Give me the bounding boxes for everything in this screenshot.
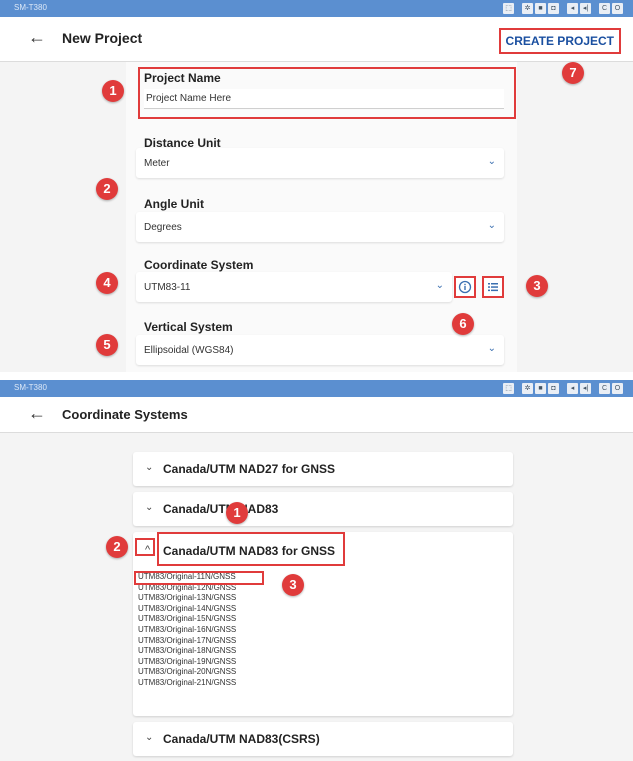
screenshot-icon[interactable]: ⬚ bbox=[503, 3, 514, 14]
coordinate-system-value: UTM83-11 bbox=[144, 282, 191, 293]
angle-unit-label: Angle Unit bbox=[144, 197, 204, 211]
group-name: Canada/UTM NAD83 bbox=[163, 502, 279, 516]
list-icon bbox=[488, 283, 498, 292]
project-name-label: Project Name bbox=[144, 71, 221, 85]
chevron-down-icon: ⌄ bbox=[487, 156, 496, 167]
list-item[interactable]: UTM83/Original-15N/GNSS bbox=[138, 614, 236, 625]
vertical-system-select[interactable]: Ellipsoidal (WGS84) ⌄ bbox=[136, 335, 504, 365]
volume-down-icon[interactable]: ◂ bbox=[567, 383, 578, 394]
chevron-down-icon[interactable]: ⌄ bbox=[145, 502, 153, 513]
list-item[interactable]: UTM83/Original-14N/GNSS bbox=[138, 604, 236, 615]
back-arrow-icon[interactable]: ← bbox=[28, 403, 46, 424]
callout-badge-4: 4 bbox=[96, 272, 118, 294]
new-project-screen: SM-T380 ⬚ ✲ ■ ◘ ◂ ◂| C O ← New Project C… bbox=[0, 0, 633, 372]
distance-unit-select[interactable]: Meter ⌄ bbox=[136, 148, 504, 178]
system-status-bar: SM-T380 ⬚ ✲ ■ ◘ ◂ ◂| C O bbox=[0, 380, 633, 397]
list-item[interactable]: UTM83/Original-17N/GNSS bbox=[138, 636, 236, 647]
chevron-down-icon[interactable]: ⌄ bbox=[145, 462, 153, 473]
angle-unit-value: Degrees bbox=[144, 222, 182, 233]
group-row-nad83-csrs[interactable]: ⌄ Canada/UTM NAD83(CSRS) bbox=[133, 722, 513, 756]
create-project-button[interactable]: CREATE PROJECT bbox=[498, 28, 621, 54]
list-item[interactable]: UTM83/Original-13N/GNSS bbox=[138, 593, 236, 604]
camera-icon[interactable]: ◘ bbox=[548, 383, 559, 394]
list-item[interactable]: UTM83/Original-18N/GNSS bbox=[138, 646, 236, 657]
screenshot-icon[interactable]: ⬚ bbox=[503, 383, 514, 394]
app-bar: ← Coordinate Systems bbox=[0, 397, 633, 433]
chevron-highlight bbox=[135, 538, 155, 556]
chevron-down-icon: ⌄ bbox=[435, 280, 444, 291]
callout-badge-3: 3 bbox=[282, 574, 304, 596]
volume-up-icon[interactable]: ◂| bbox=[580, 3, 591, 14]
group-row-nad27-gnss[interactable]: ⌄ Canada/UTM NAD27 for GNSS bbox=[133, 452, 513, 486]
device-name: SM-T380 bbox=[14, 3, 47, 12]
list-item[interactable]: UTM83/Original-21N/GNSS bbox=[138, 678, 236, 689]
list-item[interactable]: UTM83/Original-16N/GNSS bbox=[138, 625, 236, 636]
vertical-system-label: Vertical System bbox=[144, 320, 233, 334]
system-controls: ⬚ ✲ ■ ◘ ◂ ◂| C O bbox=[503, 3, 623, 14]
callout-badge-6: 6 bbox=[452, 313, 474, 335]
callout-badge-1: 1 bbox=[102, 80, 124, 102]
camera-icon[interactable]: ◘ bbox=[548, 3, 559, 14]
chevron-down-icon[interactable]: ⌄ bbox=[145, 732, 153, 743]
coordinate-systems-screen: SM-T380 ⬚ ✲ ■ ◘ ◂ ◂| C O ← Coordinate Sy… bbox=[0, 380, 633, 761]
callout-badge-2: 2 bbox=[106, 536, 128, 558]
coordinate-system-label: Coordinate System bbox=[144, 258, 254, 272]
callout-badge-2: 2 bbox=[96, 178, 118, 200]
callout-badge-5: 5 bbox=[96, 334, 118, 356]
list-item[interactable]: UTM83/Original-20N/GNSS bbox=[138, 667, 236, 678]
power-icon[interactable]: O bbox=[612, 3, 623, 14]
callout-badge-1: 1 bbox=[226, 502, 248, 524]
chevron-down-icon: ⌄ bbox=[487, 220, 496, 231]
record-icon[interactable]: ■ bbox=[535, 383, 546, 394]
info-icon bbox=[458, 280, 472, 294]
volume-up-icon[interactable]: ◂| bbox=[580, 383, 591, 394]
first-item-highlight bbox=[134, 571, 264, 585]
rotate-icon[interactable]: C bbox=[599, 383, 610, 394]
coordinate-system-list: UTM83/Original-11N/GNSS UTM83/Original-1… bbox=[138, 572, 236, 689]
record-icon[interactable]: ■ bbox=[535, 3, 546, 14]
system-controls: ⬚ ✲ ■ ◘ ◂ ◂| C O bbox=[503, 383, 623, 394]
settings-icon[interactable]: ✲ bbox=[522, 383, 533, 394]
page-title: Coordinate Systems bbox=[62, 407, 188, 422]
power-icon[interactable]: O bbox=[612, 383, 623, 394]
chevron-down-icon: ⌄ bbox=[487, 343, 496, 354]
coordinate-system-select[interactable]: UTM83-11 ⌄ bbox=[136, 272, 452, 302]
vertical-system-value: Ellipsoidal (WGS84) bbox=[144, 345, 234, 356]
list-item[interactable]: UTM83/Original-19N/GNSS bbox=[138, 657, 236, 668]
coordinate-list-button[interactable] bbox=[482, 276, 504, 298]
project-name-input[interactable]: Project Name Here bbox=[144, 89, 504, 109]
back-arrow-icon[interactable]: ← bbox=[28, 27, 46, 48]
coordinate-info-button[interactable] bbox=[454, 276, 476, 298]
group-name: Canada/UTM NAD83(CSRS) bbox=[163, 732, 320, 746]
settings-icon[interactable]: ✲ bbox=[522, 3, 533, 14]
page-title: New Project bbox=[62, 30, 143, 46]
angle-unit-select[interactable]: Degrees ⌄ bbox=[136, 212, 504, 242]
device-name: SM-T380 bbox=[14, 383, 47, 392]
group-name: Canada/UTM NAD27 for GNSS bbox=[163, 462, 336, 476]
distance-unit-value: Meter bbox=[144, 158, 170, 169]
system-status-bar: SM-T380 ⬚ ✲ ■ ◘ ◂ ◂| C O bbox=[0, 0, 633, 17]
group-name-highlight bbox=[157, 532, 345, 566]
volume-down-icon[interactable]: ◂ bbox=[567, 3, 578, 14]
callout-badge-3: 3 bbox=[526, 275, 548, 297]
rotate-icon[interactable]: C bbox=[599, 3, 610, 14]
app-bar: ← New Project CREATE PROJECT bbox=[0, 17, 633, 62]
group-row-nad83[interactable]: ⌄ Canada/UTM NAD83 bbox=[133, 492, 513, 526]
callout-badge-7: 7 bbox=[562, 62, 584, 84]
